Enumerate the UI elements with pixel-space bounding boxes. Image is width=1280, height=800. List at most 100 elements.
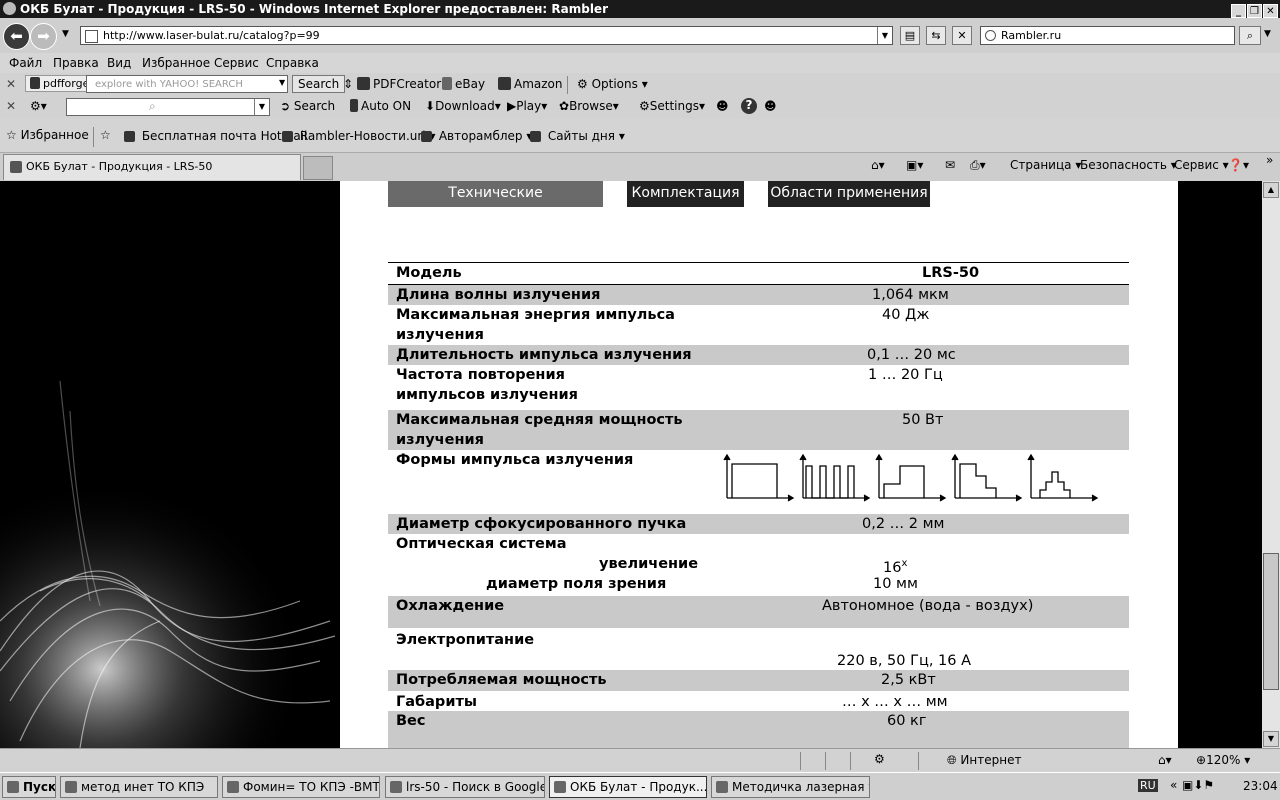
scroll-down-icon[interactable]: ▼ xyxy=(1263,731,1279,747)
tray-icons[interactable]: ▣⬇⚑ xyxy=(1182,778,1214,792)
taskbar-item[interactable]: Методичка лазерная ус... xyxy=(711,776,870,798)
ebay-button[interactable]: eBay xyxy=(442,77,485,91)
start-button[interactable]: Пуск xyxy=(2,776,56,798)
media-search-dropdown-icon[interactable]: ▼ xyxy=(254,99,269,115)
toolbar-grip-icon[interactable]: ⇕ xyxy=(343,77,353,91)
status-icon[interactable]: ⚙ xyxy=(874,752,885,766)
spec-value: 40 Дж xyxy=(882,307,930,323)
browse-icon: ✿ xyxy=(559,99,570,113)
folder-icon xyxy=(227,781,239,793)
close-toolbar-icon[interactable]: ✕ xyxy=(6,77,16,91)
close-window-button[interactable]: ✕ xyxy=(1263,4,1278,18)
fav-autorambler[interactable]: Авторамблер ▾ xyxy=(421,129,532,143)
address-dropdown-icon[interactable]: ▼ xyxy=(877,27,892,44)
taskbar-item[interactable]: lrs-50 - Поиск в Google - ... xyxy=(385,776,545,798)
home-icon[interactable]: ⌂▾ xyxy=(871,158,885,172)
download-button[interactable]: ⬇Download▾ xyxy=(425,99,501,113)
tab-technical-specs[interactable]: Технические характеристики xyxy=(388,181,603,225)
help-menu-icon[interactable]: ❓▾ xyxy=(1228,158,1249,172)
menu-view[interactable]: Вид xyxy=(107,56,131,70)
menu-help[interactable]: Справка xyxy=(266,56,319,70)
settings-button[interactable]: ⚙Settings▾ xyxy=(639,99,705,113)
media-search-button[interactable]: ➲ Search xyxy=(280,99,335,113)
chevron-more-icon[interactable]: » xyxy=(1266,153,1273,167)
search-go-icon[interactable]: ⌕ xyxy=(1239,26,1261,45)
menu-tools[interactable]: Сервис xyxy=(214,56,259,70)
yahoo-dropdown-icon[interactable]: ▼ xyxy=(279,78,285,87)
pdfforge-logo[interactable]: pdfforge xyxy=(25,75,95,92)
tab-applications[interactable]: Области применения xyxy=(768,181,930,207)
history-dropdown-icon[interactable]: ▼ xyxy=(62,29,69,39)
tab-equipment[interactable]: Комплектация xyxy=(627,181,744,207)
yahoo-search-button[interactable]: Search xyxy=(292,75,346,93)
forward-button[interactable]: ➡ xyxy=(30,23,57,50)
media-toolbar: ✕ ⚙▾ ⌕ ▼ ➲ Search Auto ON ⬇Download▾ ▶Pla… xyxy=(0,97,1280,119)
scroll-up-icon[interactable]: ▲ xyxy=(1263,182,1279,198)
spec-label: Максимальная средняя мощность xyxy=(396,412,683,428)
group-icon[interactable]: ☻ xyxy=(716,99,729,113)
pdfcreator-icon xyxy=(357,77,370,90)
help-icon[interactable]: ? xyxy=(741,98,757,114)
ie-icon xyxy=(554,781,566,793)
table-row: Максимальная средняя мощность излучения … xyxy=(388,410,1129,450)
language-indicator[interactable]: RU xyxy=(1138,779,1158,792)
pdfcreator-button[interactable]: PDFCreator xyxy=(357,77,441,91)
spec-label: Модель xyxy=(396,265,462,281)
mail-icon[interactable]: ✉ xyxy=(945,158,955,172)
address-toolbar: ⬅ ➡ ▼ http://www.laser-bulat.ru/catalog?… xyxy=(0,18,1280,53)
favorites-button[interactable]: ☆ Избранное xyxy=(6,128,89,142)
taskbar-item[interactable]: метод инет ТО КПЭ xyxy=(60,776,218,798)
protected-mode-icon[interactable]: ⌂▾ xyxy=(1158,753,1172,767)
taskbar-item-active[interactable]: ОКБ Булат - Продук... xyxy=(549,776,707,798)
favorites-star-icon: ☆ xyxy=(6,128,21,142)
fav-hotmail[interactable]: Бесплатная почта Hotmail xyxy=(124,129,307,143)
add-favorite-icon[interactable]: ☆ xyxy=(100,128,111,142)
menu-favorites[interactable]: Избранное xyxy=(142,56,210,70)
fav-rambler-news[interactable]: Rambler-Новости.url ▾ xyxy=(282,129,435,143)
play-button[interactable]: ▶Play▾ xyxy=(507,99,547,113)
amazon-button[interactable]: Amazon xyxy=(498,77,563,91)
safety-menu[interactable]: Безопасность ▾ xyxy=(1080,158,1177,172)
tools-menu[interactable]: Сервис ▾ xyxy=(1174,158,1229,172)
menu-file[interactable]: Файл xyxy=(9,56,42,70)
browser-tab-active[interactable]: ОКБ Булат - Продукция - LRS-50 xyxy=(3,154,301,180)
options-menu[interactable]: ⚙ Options ▾ xyxy=(577,77,648,91)
table-row: Потребляемая мощность 2,5 кВт xyxy=(388,670,1129,691)
web-content: Технические характеристики Комплектация … xyxy=(0,181,1262,748)
rambler-icon xyxy=(985,30,996,41)
spec-label: Частота повторения xyxy=(396,367,565,383)
address-input[interactable]: http://www.laser-bulat.ru/catalog?p=99 ▼ xyxy=(80,26,893,45)
search-options-icon[interactable]: ▼ xyxy=(1264,29,1271,39)
auto-on-button[interactable]: Auto ON xyxy=(350,99,411,113)
minimize-button[interactable]: _ xyxy=(1231,4,1246,18)
print-icon[interactable]: ⎙▾ xyxy=(970,158,986,173)
search-input[interactable]: Rambler.ru xyxy=(980,26,1235,45)
maximize-button[interactable]: ❐ xyxy=(1247,4,1262,18)
feeds-icon[interactable]: ▣▾ xyxy=(906,158,923,172)
zoom-control[interactable]: ⊕120% ▾ xyxy=(1196,753,1250,767)
decorative-swirl-image xyxy=(0,380,340,748)
stop-icon[interactable]: ✕ xyxy=(952,26,972,45)
back-button[interactable]: ⬅ xyxy=(3,23,30,50)
taskbar-item[interactable]: Фомин= ТО КПЭ -ВМТ- xyxy=(222,776,380,798)
menu-edit[interactable]: Правка xyxy=(53,56,99,70)
spec-label: Формы импульса излучения xyxy=(396,452,634,468)
ie-page-icon xyxy=(421,131,432,142)
media-search-input[interactable]: ⌕ ▼ xyxy=(66,98,270,116)
toolbar-logo-icon[interactable]: ⚙▾ xyxy=(30,99,47,113)
tray-expand-icon[interactable]: « xyxy=(1170,778,1177,792)
close-toolbar2-icon[interactable]: ✕ xyxy=(6,99,16,113)
page-menu[interactable]: Страница ▾ xyxy=(1010,158,1081,172)
fav-sites-of-day[interactable]: Сайты дня ▾ xyxy=(530,129,625,143)
scroll-thumb[interactable] xyxy=(1263,553,1279,690)
extension-icon[interactable]: ☻ xyxy=(764,99,777,113)
spec-label: Диаметр сфокусированного пучка xyxy=(396,516,687,532)
new-tab-button[interactable] xyxy=(303,156,333,180)
vertical-scrollbar[interactable]: ▲ ▼ xyxy=(1262,181,1280,748)
yahoo-search-input[interactable]: explore with YAHOO! SEARCH xyxy=(86,75,288,93)
spec-sublabel: увеличение xyxy=(599,556,699,572)
refresh-icon[interactable]: ⇆ xyxy=(926,26,946,45)
table-row: Длительность импульса излучения 0,1 … 20… xyxy=(388,345,1129,365)
browse-button[interactable]: ✿Browse▾ xyxy=(559,99,619,113)
compat-view-icon[interactable]: ▤ xyxy=(900,26,920,45)
